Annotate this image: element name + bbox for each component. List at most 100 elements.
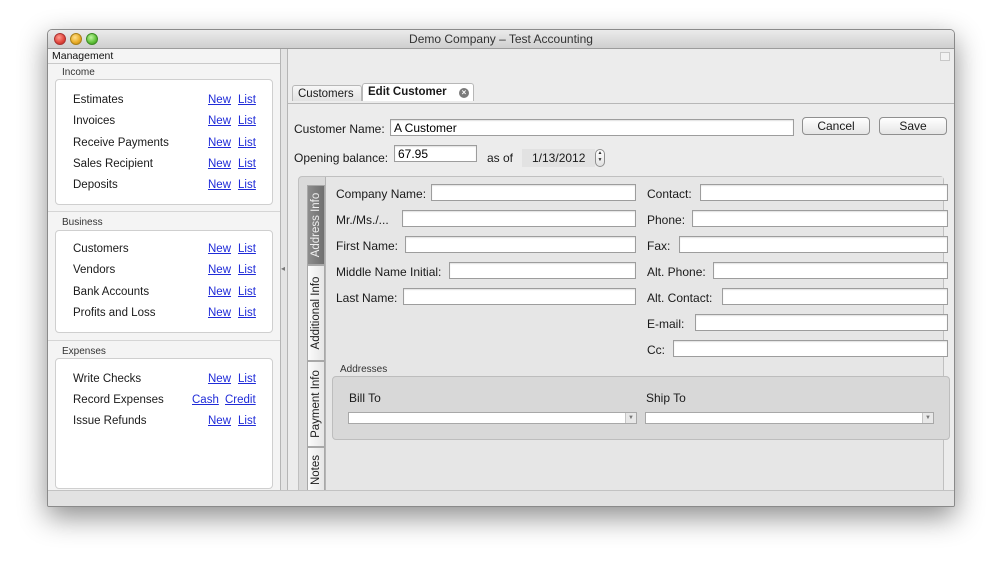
record-expenses-cash-link[interactable]: Cash — [192, 394, 219, 406]
app-window: Demo Company – Test Accounting Managemen… — [47, 29, 955, 507]
issue-refunds-list-link[interactable]: List — [238, 415, 256, 427]
bill-to-label: Bill To — [349, 391, 381, 405]
record-expenses-credit-link[interactable]: Credit — [225, 394, 256, 406]
save-button[interactable]: Save — [879, 117, 947, 135]
profits-and-loss-new-link[interactable]: New — [208, 307, 231, 319]
invoices-list-link[interactable]: List — [238, 115, 256, 127]
profits-and-loss-list-link[interactable]: List — [238, 307, 256, 319]
as-of-label: as of — [487, 151, 514, 165]
divider — [288, 103, 954, 104]
sales-recipient-list-link[interactable]: List — [238, 158, 256, 170]
sidebar-item-bank-accounts: Bank Accounts — [73, 286, 150, 298]
side-tab-address-info[interactable]: Address Info — [307, 185, 325, 265]
close-tab-icon[interactable]: × — [459, 88, 469, 98]
bank-accounts-list-link[interactable]: List — [238, 286, 256, 298]
fax-label: Fax: — [647, 239, 671, 253]
title-bar: Demo Company – Test Accounting — [48, 30, 954, 49]
middle-initial-label: Middle Name Initial: — [336, 265, 442, 279]
estimates-list-link[interactable]: List — [238, 94, 256, 106]
sidebar-item-sales-recipient: Sales Recipient — [73, 158, 153, 170]
side-tab-label: Payment Info — [310, 370, 322, 438]
deposits-list-link[interactable]: List — [238, 179, 256, 191]
side-tab-label: Notes — [310, 454, 322, 486]
sidebar-item-record-expenses: Record Expenses — [73, 394, 164, 406]
opening-balance-input[interactable] — [394, 145, 477, 162]
customer-name-input[interactable] — [390, 119, 794, 136]
side-tab-label: Additional Info — [310, 276, 322, 350]
contact-input[interactable] — [700, 184, 948, 201]
cc-input[interactable] — [673, 340, 948, 357]
sidebar-item-receive-payments: Receive Payments — [73, 137, 169, 149]
company-name-input[interactable] — [431, 184, 636, 201]
company-name-label: Company Name: — [336, 187, 427, 201]
tab-edit-customer[interactable]: Edit Customer × — [362, 83, 474, 101]
status-bar — [48, 490, 954, 506]
sidebar-item-write-checks: Write Checks — [73, 373, 142, 385]
tab-label: Edit Customer — [368, 86, 447, 98]
sidebar-item-profits-and-loss: Profits and Loss — [73, 307, 156, 319]
tab-label: Customers — [298, 88, 354, 100]
opening-balance-label: Opening balance: — [294, 151, 389, 165]
issue-refunds-new-link[interactable]: New — [208, 415, 231, 427]
vendors-new-link[interactable]: New — [208, 264, 231, 276]
side-tab-notes[interactable]: Notes — [307, 447, 325, 493]
sidebar-item-vendors: Vendors — [73, 264, 116, 276]
last-name-label: Last Name: — [336, 291, 398, 305]
group-box-business: Customers New List Vendors New List Bank… — [55, 230, 273, 333]
vendors-list-link[interactable]: List — [238, 264, 256, 276]
tab-customers[interactable]: Customers — [292, 85, 362, 101]
first-name-label: First Name: — [336, 239, 399, 253]
middle-initial-input[interactable] — [449, 262, 636, 279]
receive-payments-new-link[interactable]: New — [208, 137, 231, 149]
alt-contact-label: Alt. Contact: — [647, 291, 713, 305]
invoices-new-link[interactable]: New — [208, 115, 231, 127]
sidebar-header: Management — [52, 50, 114, 62]
bank-accounts-new-link[interactable]: New — [208, 286, 231, 298]
bill-to-field[interactable]: ▼ — [348, 412, 637, 424]
address-info-content: Company Name: Mr./Ms./... First Name: Mi… — [325, 177, 950, 495]
contact-label: Contact: — [647, 187, 692, 201]
first-name-input[interactable] — [405, 236, 636, 253]
write-checks-new-link[interactable]: New — [208, 373, 231, 385]
ship-to-label: Ship To — [646, 391, 686, 405]
alt-contact-input[interactable] — [722, 288, 948, 305]
main-panel: Customers Edit Customer × Customer Name:… — [288, 49, 954, 496]
phone-input[interactable] — [692, 210, 948, 227]
tab-strip: Customers Edit Customer × — [292, 83, 474, 103]
alt-phone-input[interactable] — [713, 262, 948, 279]
dropdown-icon[interactable]: ▼ — [625, 413, 636, 423]
corner-button[interactable] — [940, 52, 950, 61]
salutation-input[interactable] — [402, 210, 636, 227]
divider — [48, 211, 280, 212]
sidebar-item-invoices: Invoices — [73, 115, 116, 127]
sales-recipient-new-link[interactable]: New — [208, 158, 231, 170]
addresses-box: Bill To Ship To ▼ ▼ — [332, 376, 950, 440]
deposits-new-link[interactable]: New — [208, 179, 231, 191]
addresses-title: Addresses — [340, 364, 388, 375]
side-tab-additional-info[interactable]: Additional Info — [307, 265, 325, 361]
divider — [48, 340, 280, 341]
last-name-input[interactable] — [403, 288, 636, 305]
side-tab-payment-info[interactable]: Payment Info — [307, 361, 325, 447]
dropdown-icon[interactable]: ▼ — [922, 413, 933, 423]
fax-input[interactable] — [679, 236, 948, 253]
date-stepper[interactable]: ▲ ▼ — [595, 149, 605, 167]
estimates-new-link[interactable]: New — [208, 94, 231, 106]
customer-name-label: Customer Name: — [294, 122, 385, 136]
email-input[interactable] — [695, 314, 948, 331]
receive-payments-list-link[interactable]: List — [238, 137, 256, 149]
sidebar-item-deposits: Deposits — [73, 179, 118, 191]
customers-list-link[interactable]: List — [238, 243, 256, 255]
phone-label: Phone: — [647, 213, 686, 227]
customers-new-link[interactable]: New — [208, 243, 231, 255]
as-of-date-field[interactable]: 1/13/2012 — [522, 149, 595, 167]
side-tab-label: Address Info — [310, 192, 322, 258]
write-checks-list-link[interactable]: List — [238, 373, 256, 385]
splitter-handle[interactable]: ◂ — [281, 49, 288, 490]
sidebar-item-estimates: Estimates — [73, 94, 124, 106]
alt-phone-label: Alt. Phone: — [647, 265, 706, 279]
cc-label: Cc: — [647, 343, 665, 357]
cancel-button[interactable]: Cancel — [802, 117, 870, 135]
salutation-label: Mr./Ms./... — [336, 213, 389, 227]
ship-to-field[interactable]: ▼ — [645, 412, 934, 424]
